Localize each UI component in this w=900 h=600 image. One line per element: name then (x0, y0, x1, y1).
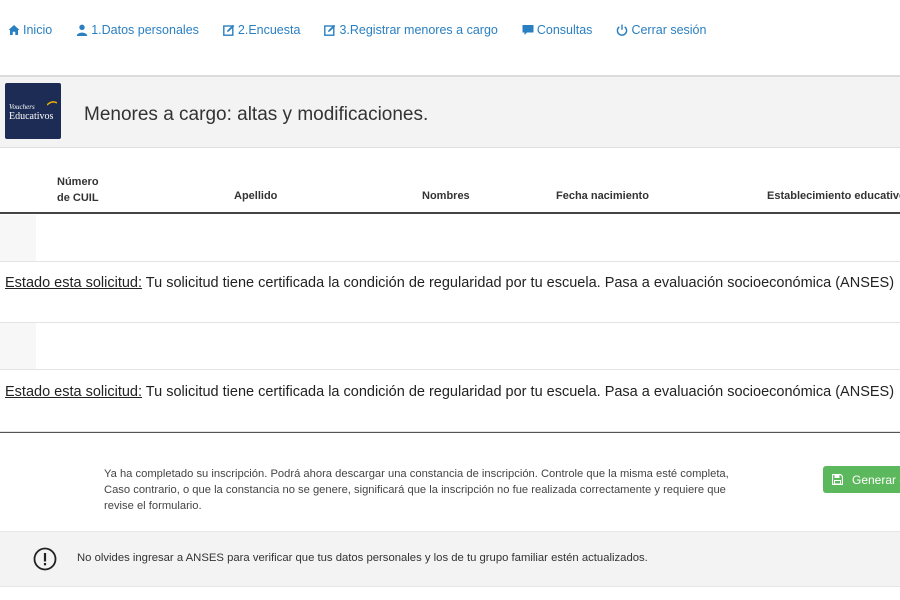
status-label: Estado esta solicitud: (5, 275, 143, 291)
column-header-cuil: Número de CUIL (57, 174, 99, 206)
top-navigation: Inicio 1.Datos personales 2.Encuesta 3.R… (0, 0, 900, 60)
nav-label: Consultas (536, 23, 593, 37)
edit-icon (324, 24, 336, 36)
status-text: Estado esta solicitud: Tu solicitud tien… (5, 275, 894, 291)
logo-line2: Educativos (9, 111, 54, 122)
page-header: Vouchers Educativos Menores a cargo: alt… (0, 77, 900, 148)
home-icon (8, 25, 20, 35)
nav-datos-personales[interactable]: 1.Datos personales (76, 23, 199, 37)
nav-registrar-menores[interactable]: 3.Registrar menores a cargo (324, 23, 498, 37)
notice-text: No olvides ingresar a ANSES para verific… (77, 552, 648, 564)
nav-cerrar-sesion[interactable]: Cerrar sesión (616, 23, 706, 37)
column-header-fecha-nacimiento: Fecha nacimiento (556, 190, 649, 202)
nav-encuesta[interactable]: 2.Encuesta (222, 23, 301, 37)
anses-notice: No olvides ingresar a ANSES para verific… (0, 531, 900, 587)
table-row (0, 323, 900, 370)
column-header-nombres: Nombres (422, 190, 470, 202)
nav-label: 3.Registrar menores a cargo (339, 23, 498, 37)
status-text: Estado esta solicitud: Tu solicitud tien… (5, 384, 894, 400)
status-label: Estado esta solicitud: (5, 384, 143, 400)
status-row: Estado esta solicitud: Tu solicitud tien… (0, 370, 900, 432)
column-header-establecimiento: Establecimiento educativo (767, 190, 900, 202)
status-message: Tu solicitud tiene certificada la condic… (142, 384, 895, 400)
table-header: Número de CUIL Apellido Nombres Fecha na… (0, 147, 900, 214)
nav-label: 1.Datos personales (91, 23, 199, 37)
logo-line1: Vouchers (9, 103, 35, 111)
row-cell (0, 215, 36, 261)
page-title: Menores a cargo: altas y modificaciones. (84, 104, 429, 125)
completion-message: Ya ha completado su inscripción. Podrá a… (104, 468, 729, 512)
comment-icon (522, 25, 534, 35)
save-icon (832, 474, 843, 485)
nav-label: 2.Encuesta (237, 23, 301, 37)
exclamation-circle-icon (33, 547, 57, 571)
column-header-cuil-line1: Número (57, 176, 99, 188)
nav-inicio[interactable]: Inicio (8, 23, 52, 37)
vouchers-educativos-logo: Vouchers Educativos (5, 83, 61, 139)
nav-label: Inicio (23, 23, 53, 37)
status-message: Tu solicitud tiene certificada la condic… (142, 275, 895, 291)
user-icon (76, 24, 88, 36)
generate-certificate-button[interactable]: Generar c (823, 466, 900, 493)
column-header-apellido: Apellido (234, 190, 278, 202)
nav-label: Cerrar sesión (631, 23, 707, 37)
edit-icon (222, 24, 235, 36)
power-icon (617, 24, 628, 36)
table-row (0, 215, 900, 262)
table-bottom-border (0, 432, 900, 433)
column-header-cuil-line2: de CUIL (57, 192, 99, 204)
logo-spark-icon (47, 101, 57, 106)
status-row: Estado esta solicitud: Tu solicitud tien… (0, 261, 900, 323)
nav-consultas[interactable]: Consultas (522, 23, 593, 37)
generate-button-label: Generar c (852, 472, 900, 487)
row-cell (0, 323, 36, 369)
